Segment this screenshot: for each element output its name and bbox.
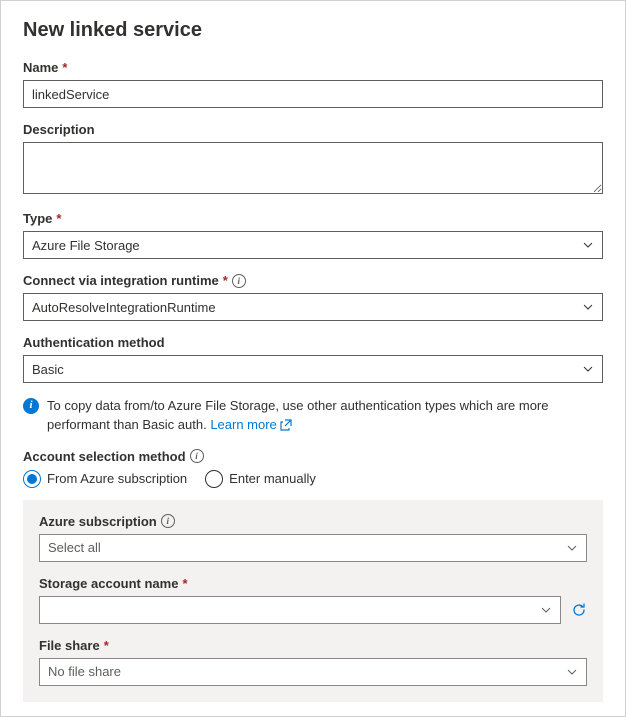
runtime-field: Connect via integration runtime * i Auto… (23, 273, 603, 321)
chevron-down-icon (540, 604, 552, 616)
auth-method-select[interactable]: Basic (23, 355, 603, 383)
panel-title: New linked service (23, 19, 603, 42)
account-selection-label: Account selection method i (23, 449, 603, 464)
auth-method-label: Authentication method (23, 335, 603, 350)
chevron-down-icon (582, 239, 594, 251)
required-indicator: * (223, 273, 228, 288)
account-selection-field: Account selection method i From Azure su… (23, 449, 603, 488)
info-icon[interactable]: i (161, 514, 175, 528)
description-field: Description (23, 122, 603, 197)
learn-more-link[interactable]: Learn more (210, 416, 291, 435)
chevron-down-icon (582, 301, 594, 313)
info-icon[interactable]: i (190, 449, 204, 463)
name-label: Name * (23, 60, 603, 75)
type-select[interactable]: Azure File Storage (23, 231, 603, 259)
radio-from-subscription[interactable]: From Azure subscription (23, 470, 187, 488)
description-label: Description (23, 122, 603, 137)
type-label: Type * (23, 211, 603, 226)
auth-method-field: Authentication method Basic (23, 335, 603, 383)
chevron-down-icon (582, 363, 594, 375)
name-input[interactable] (23, 80, 603, 108)
refresh-icon[interactable] (571, 602, 587, 618)
storage-account-field: Storage account name * (39, 576, 587, 624)
new-linked-service-panel: New linked service Name * Description Ty… (0, 0, 626, 717)
required-indicator: * (56, 211, 61, 226)
subscription-sub-panel: Azure subscription i Select all Storage … (23, 500, 603, 702)
account-selection-radios: From Azure subscription Enter manually (23, 470, 603, 488)
required-indicator: * (104, 638, 109, 653)
description-textarea[interactable] (23, 142, 603, 194)
external-link-icon (280, 419, 292, 431)
file-share-select[interactable]: No file share (39, 658, 587, 686)
chevron-down-icon (566, 666, 578, 678)
file-share-field: File share * No file share (39, 638, 587, 686)
info-icon[interactable]: i (232, 274, 246, 288)
runtime-label: Connect via integration runtime * i (23, 273, 603, 288)
subscription-select[interactable]: Select all (39, 534, 587, 562)
info-banner: i To copy data from/to Azure File Storag… (23, 397, 603, 435)
storage-account-select[interactable] (39, 596, 561, 624)
required-indicator: * (62, 60, 67, 75)
radio-icon (23, 470, 41, 488)
storage-account-label: Storage account name * (39, 576, 587, 591)
radio-icon (205, 470, 223, 488)
info-filled-icon: i (23, 398, 39, 414)
file-share-label: File share * (39, 638, 587, 653)
runtime-select[interactable]: AutoResolveIntegrationRuntime (23, 293, 603, 321)
name-field: Name * (23, 60, 603, 108)
radio-enter-manually[interactable]: Enter manually (205, 470, 316, 488)
required-indicator: * (182, 576, 187, 591)
type-field: Type * Azure File Storage (23, 211, 603, 259)
chevron-down-icon (566, 542, 578, 554)
subscription-field: Azure subscription i Select all (39, 514, 587, 562)
subscription-label: Azure subscription i (39, 514, 587, 529)
